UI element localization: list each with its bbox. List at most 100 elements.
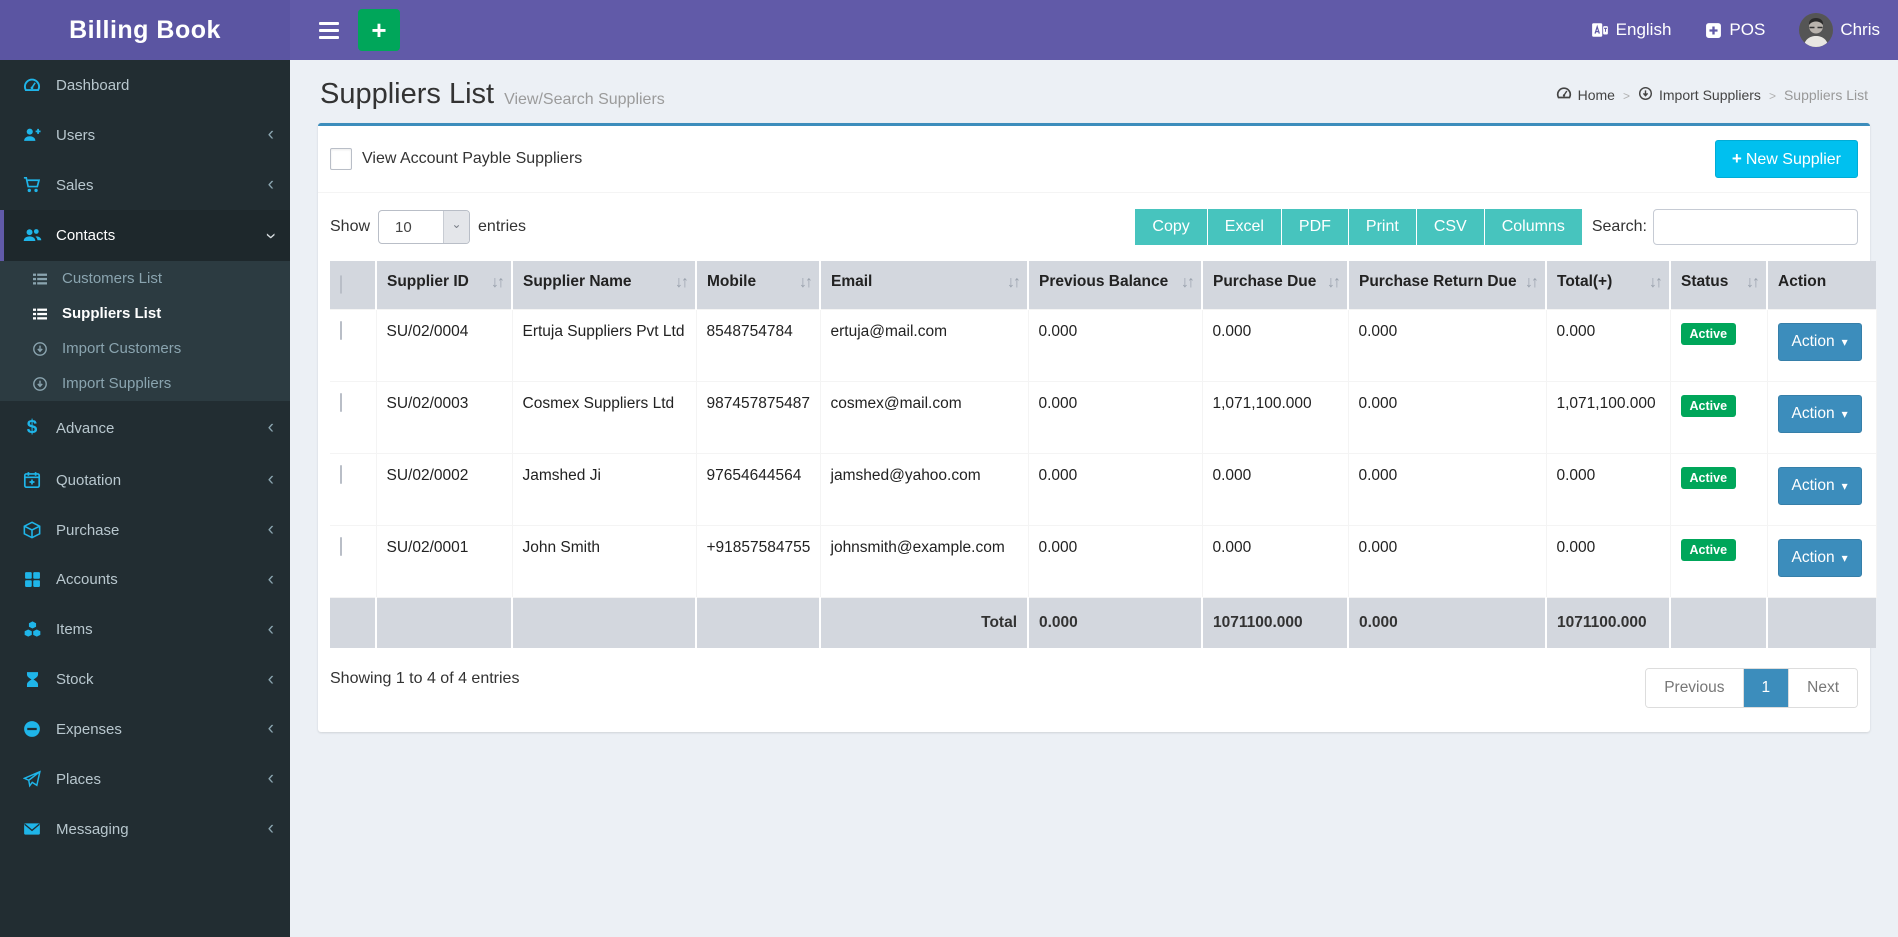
pagination-current-page[interactable]: 1 <box>1743 668 1790 707</box>
sidebar-item-quotation[interactable]: Quotation <box>0 455 290 505</box>
controls-right: Copy Excel PDF Print CSV Columns Search: <box>1135 209 1858 245</box>
row-action-button[interactable]: Action <box>1777 467 1862 505</box>
brand-logo[interactable]: Billing Book <box>0 0 290 60</box>
page-length-select[interactable]: 10 <box>378 210 471 244</box>
export-pdf-button[interactable]: PDF <box>1281 209 1349 245</box>
select-all-header <box>330 261 377 310</box>
column-purchase-due[interactable]: Purchase Due <box>1202 261 1349 310</box>
user-plus-icon <box>20 126 44 144</box>
list-icon <box>28 271 52 287</box>
sidebar-toggle-icon[interactable] <box>308 9 350 51</box>
sidebar-item-suppliers-list[interactable]: Suppliers List <box>0 296 290 331</box>
table-row: SU/02/0004 Ertuja Suppliers Pvt Ltd 8548… <box>330 309 1877 382</box>
export-print-button[interactable]: Print <box>1348 209 1417 245</box>
new-supplier-button[interactable]: New Supplier <box>1714 140 1858 178</box>
row-checkbox[interactable] <box>340 393 342 412</box>
row-checkbox[interactable] <box>340 321 342 340</box>
payble-filter-checkbox[interactable] <box>330 148 352 170</box>
sort-icon <box>1649 274 1661 292</box>
search-input[interactable] <box>1653 209 1858 245</box>
breadcrumb-label: Suppliers List <box>1783 86 1868 103</box>
cell-mobile: 97654644564 <box>696 453 821 526</box>
cell-supplier-id: SU/02/0003 <box>376 381 513 454</box>
select-all-checkbox[interactable] <box>340 275 342 294</box>
top-navbar: Billing Book English POS Chris <box>0 0 1898 60</box>
show-label: Show <box>330 218 371 235</box>
sidebar-item-items[interactable]: Items <box>0 604 290 655</box>
page-length-value: 10 <box>395 218 412 236</box>
cell-previous-balance: 0.000 <box>1028 525 1203 598</box>
cell-supplier-name: Ertuja Suppliers Pvt Ltd <box>512 309 697 382</box>
row-checkbox[interactable] <box>340 465 342 484</box>
chevron-left-icon <box>268 724 274 734</box>
cell-previous-balance: 0.000 <box>1028 381 1203 454</box>
sort-icon <box>1746 274 1758 292</box>
breadcrumb-import-suppliers[interactable]: Import Suppliers <box>1638 86 1761 104</box>
row-action-button[interactable]: Action <box>1777 323 1862 361</box>
column-purchase-return-due[interactable]: Purchase Return Due <box>1348 261 1547 310</box>
export-columns-button[interactable]: Columns <box>1484 209 1582 245</box>
cell-email: cosmex@mail.com <box>820 381 1029 454</box>
column-email[interactable]: Email <box>820 261 1029 310</box>
sidebar-item-stock[interactable]: Stock <box>0 655 290 704</box>
column-status[interactable]: Status <box>1670 261 1768 310</box>
table-footer-row: Total 0.000 1071100.000 0.000 1071100.00… <box>330 597 1876 648</box>
language-menu[interactable]: English <box>1591 20 1671 40</box>
sidebar-item-label: Dashboard <box>56 76 130 94</box>
sidebar: Dashboard Users Sales Contacts Customers… <box>0 60 290 937</box>
pagination-previous[interactable]: Previous <box>1646 668 1744 707</box>
sidebar-item-label: Stock <box>56 671 94 688</box>
export-copy-button[interactable]: Copy <box>1135 209 1208 245</box>
table-footer: Showing 1 to 4 of 4 entries Previous 1 N… <box>330 662 1858 708</box>
column-previous-balance[interactable]: Previous Balance <box>1028 261 1203 310</box>
sidebar-item-label: Sales <box>56 176 94 194</box>
column-mobile[interactable]: Mobile <box>696 261 821 310</box>
sidebar-item-customers-list[interactable]: Customers List <box>0 261 290 296</box>
sidebar-item-purchase[interactable]: Purchase <box>0 505 290 555</box>
cell-mobile: 8548754784 <box>696 309 821 382</box>
sidebar-item-accounts[interactable]: Accounts <box>0 555 290 604</box>
cell-supplier-id: SU/02/0004 <box>376 309 513 382</box>
breadcrumb-home[interactable]: Home <box>1556 85 1615 104</box>
cube-icon <box>20 521 44 539</box>
quick-add-button[interactable] <box>358 9 400 51</box>
sidebar-item-label: Users <box>56 126 96 144</box>
sidebar-item-label: Places <box>56 770 102 788</box>
export-excel-button[interactable]: Excel <box>1207 209 1282 245</box>
pos-menu[interactable]: POS <box>1705 20 1765 40</box>
chevron-left-icon <box>268 423 274 433</box>
table-row: SU/02/0001 John Smith +91857584755 johns… <box>330 525 1877 598</box>
sidebar-item-dashboard[interactable]: Dashboard <box>0 60 290 110</box>
sidebar-item-label: Quotation <box>56 471 122 489</box>
page-subtitle: View/Search Suppliers <box>504 90 665 108</box>
sidebar-item-contacts[interactable]: Contacts <box>0 210 290 261</box>
row-checkbox[interactable] <box>340 537 342 556</box>
footer-purchase-return-due: 0.000 <box>1348 597 1547 648</box>
pagination-next[interactable]: Next <box>1789 668 1857 707</box>
cell-supplier-name: John Smith <box>512 525 697 598</box>
column-total[interactable]: Total(+) <box>1546 261 1671 310</box>
sidebar-item-messaging[interactable]: Messaging <box>0 804 290 854</box>
breadcrumb-current: Suppliers List <box>1784 87 1868 103</box>
column-supplier-id[interactable]: Supplier ID <box>376 261 513 310</box>
calendar-plus-icon <box>20 471 44 489</box>
footer-previous-balance: 0.000 <box>1028 597 1203 648</box>
sidebar-item-users[interactable]: Users <box>0 110 290 160</box>
cell-mobile: 987457875487 <box>696 381 821 454</box>
row-action-button[interactable]: Action <box>1777 539 1862 577</box>
sidebar-item-label: Purchase <box>56 521 120 539</box>
dashboard-icon <box>20 76 44 94</box>
contacts-submenu: Customers List Suppliers List Import Cus… <box>0 261 290 401</box>
sidebar-item-import-suppliers[interactable]: Import Suppliers <box>0 366 290 401</box>
sidebar-item-places[interactable]: Places <box>0 754 290 804</box>
export-csv-button[interactable]: CSV <box>1416 209 1485 245</box>
sidebar-item-sales[interactable]: Sales <box>0 160 290 210</box>
sidebar-item-import-customers[interactable]: Import Customers <box>0 331 290 366</box>
sidebar-item-advance[interactable]: $ Advance <box>0 401 290 455</box>
sidebar-item-expenses[interactable]: Expenses <box>0 704 290 754</box>
column-supplier-name[interactable]: Supplier Name <box>512 261 697 310</box>
row-action-button[interactable]: Action <box>1777 395 1862 433</box>
user-menu[interactable]: Chris <box>1799 13 1880 47</box>
box-body: Show 10 entries Copy Excel PDF Print CSV… <box>318 193 1877 732</box>
pagination: Previous 1 Next <box>1645 667 1858 708</box>
